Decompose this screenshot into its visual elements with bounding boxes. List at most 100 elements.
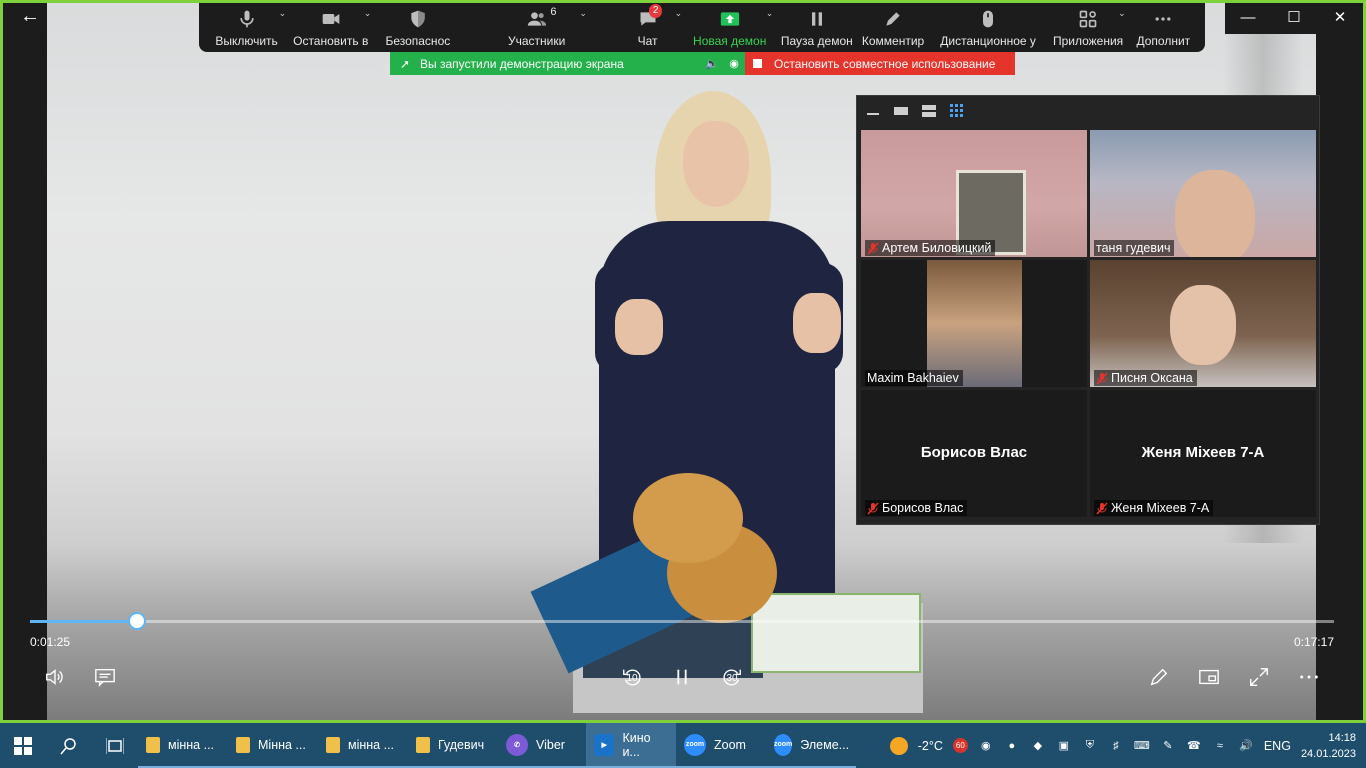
- app-tray-icon[interactable]: ▣: [1056, 738, 1072, 754]
- stop-video-button[interactable]: ⌄ Остановить в: [288, 0, 373, 52]
- notification-badge[interactable]: 60: [952, 738, 968, 753]
- taskbar-item[interactable]: ✆ Viber: [498, 723, 586, 768]
- taskbar-item[interactable]: Гудевич: [408, 723, 498, 768]
- pen-tray-icon[interactable]: ✎: [1160, 738, 1176, 754]
- participant-tile[interactable]: Борисов Влас Борисов Влас: [861, 390, 1087, 517]
- presenter-hand-right: [793, 293, 841, 353]
- clock-date: 24.01.2023: [1300, 747, 1356, 760]
- minimize-video-icon[interactable]: [865, 104, 881, 118]
- skip-forward-seconds: 30: [726, 673, 738, 684]
- participants-button[interactable]: 6 ⌄ Участники: [462, 0, 611, 52]
- seek-bar[interactable]: [30, 612, 1334, 630]
- taskbar-item[interactable]: zoom Элеме...: [766, 723, 856, 768]
- pause-share-button[interactable]: Пауза демон: [775, 0, 858, 52]
- participant-name-tag: Maxim Bakhaiev: [865, 370, 963, 386]
- speaker-view-icon[interactable]: [893, 104, 909, 118]
- pin-icon[interactable]: ➚: [390, 57, 420, 71]
- viber-tray-icon[interactable]: ☎: [1186, 738, 1202, 754]
- stop-share-button[interactable]: Остановить совместное использование: [745, 52, 1015, 75]
- participant-video: [1090, 260, 1316, 387]
- windows-taskbar: мінна ... Мінна ... мінна ... Гудевич ✆ …: [0, 723, 1366, 768]
- mini-view-button[interactable]: [1194, 663, 1224, 691]
- apps-button[interactable]: ⌄ Приложения: [1048, 0, 1127, 52]
- captions-icon: [95, 668, 115, 687]
- wifi-icon[interactable]: ≈: [1212, 738, 1228, 754]
- taskbar-item[interactable]: Мінна ...: [228, 723, 318, 768]
- participant-name: таня гудевич: [1096, 241, 1171, 255]
- participant-tile[interactable]: Писня Оксана: [1090, 260, 1316, 387]
- bluetooth-icon[interactable]: ♯: [1108, 738, 1124, 754]
- current-time: 0:01:25: [30, 635, 71, 649]
- share-screen-icon: [718, 8, 742, 30]
- chevron-down-icon[interactable]: ⌄: [675, 8, 683, 19]
- clock-time: 14:18: [1328, 731, 1356, 744]
- participant-tile[interactable]: Maxim Bakhaiev: [861, 260, 1087, 387]
- volume-tray-icon[interactable]: 🔊: [1238, 738, 1254, 754]
- weather-icon[interactable]: [889, 736, 908, 755]
- language-indicator[interactable]: ENG: [1264, 739, 1291, 753]
- total-time: 0:17:17: [1293, 635, 1334, 649]
- maximize-icon[interactable]: ☐: [1271, 0, 1317, 34]
- sharing-message: Вы запустили демонстрацию экрана: [420, 56, 624, 71]
- chevron-down-icon[interactable]: ⌄: [1118, 8, 1126, 19]
- keyboard-icon[interactable]: ⌨: [1134, 738, 1150, 754]
- taskbar-item[interactable]: мінна ...: [138, 723, 228, 768]
- participant-center-name: Женя Міхеев 7-А: [1141, 444, 1265, 461]
- volume-icon[interactable]: 🔈: [701, 57, 723, 70]
- mute-button[interactable]: ⌄ Выключить: [205, 0, 288, 52]
- gallery-view-panel: Артем Биловицкий таня гудевич Maxim Bakh…: [856, 95, 1320, 525]
- taskbar-item-active[interactable]: ▶ Кино и...: [586, 723, 676, 768]
- task-view-button[interactable]: [92, 723, 138, 768]
- defender-icon[interactable]: ⛨: [1082, 738, 1098, 754]
- taskbar-item[interactable]: zoom Zoom: [676, 723, 766, 768]
- task-view-icon: [106, 737, 124, 754]
- taskbar-item-label: мінна ...: [168, 737, 215, 752]
- participant-name-tag: Борисов Влас: [865, 500, 968, 516]
- strip-view-icon[interactable]: [921, 104, 937, 118]
- muted-mic-icon: [1096, 371, 1108, 385]
- skip-forward-button[interactable]: 30: [717, 663, 747, 691]
- skip-back-button[interactable]: 10: [617, 663, 647, 691]
- security-button[interactable]: Безопаснос: [373, 0, 462, 52]
- letterbox-right: [1316, 3, 1363, 720]
- chevron-down-icon[interactable]: ⌄: [364, 8, 372, 19]
- volume-button[interactable]: [40, 663, 70, 691]
- seek-bar-thumb[interactable]: [127, 612, 146, 630]
- weather-temperature[interactable]: -2°C: [918, 739, 943, 753]
- subtitles-button[interactable]: [90, 663, 120, 691]
- taskbar-item-label: Zoom: [714, 737, 746, 752]
- windows-logo-icon: [14, 736, 32, 755]
- minimize-icon[interactable]: —: [1225, 0, 1271, 34]
- zoom-tray-icon[interactable]: ◆: [1030, 738, 1046, 754]
- draw-button[interactable]: [1144, 663, 1174, 691]
- clock[interactable]: 14:18 24.01.2023: [1301, 730, 1356, 762]
- participant-tile[interactable]: Женя Міхеев 7-А Женя Міхеев 7-А: [1090, 390, 1316, 517]
- annotate-button[interactable]: Комментир: [858, 0, 927, 52]
- shield-icon: [406, 8, 430, 30]
- new-share-button[interactable]: ⌄ Новая демон: [684, 0, 775, 52]
- fullscreen-button[interactable]: [1244, 663, 1274, 691]
- taskbar-item-label: Гудевич: [438, 737, 485, 752]
- more-button[interactable]: Дополнит: [1128, 0, 1199, 52]
- chevron-down-icon[interactable]: ⌄: [766, 8, 774, 19]
- muted-mic-icon: [867, 501, 879, 515]
- back-arrow-icon[interactable]: ←: [14, 4, 46, 28]
- microphone-tray-icon[interactable]: ●: [1004, 738, 1020, 754]
- chevron-down-icon[interactable]: ⌄: [579, 8, 587, 19]
- pause-button[interactable]: [667, 663, 697, 691]
- chevron-down-icon[interactable]: ⌄: [279, 8, 287, 19]
- muted-mic-icon: [1096, 501, 1108, 515]
- remote-control-button[interactable]: Дистанционное у: [928, 0, 1049, 52]
- participant-tile[interactable]: Артем Биловицкий: [861, 130, 1087, 257]
- search-button[interactable]: [46, 723, 92, 768]
- start-button[interactable]: [0, 723, 46, 768]
- taskbar-item[interactable]: мінна ...: [318, 723, 408, 768]
- more-options-button[interactable]: [1294, 663, 1324, 691]
- chat-button[interactable]: 2 ⌄ Чат: [611, 0, 684, 52]
- close-icon[interactable]: ✕: [1317, 0, 1363, 34]
- gallery-grid-icon[interactable]: [949, 104, 965, 118]
- participant-tile[interactable]: таня гудевич: [1090, 130, 1316, 257]
- system-tray: -2°C 60 ◉ ● ◆ ▣ ⛨ ♯ ⌨ ✎ ☎ ≈ 🔊 ENG 14:18 …: [889, 723, 1366, 768]
- ds-icon[interactable]: ◉: [978, 738, 994, 754]
- apps-label: Приложения: [1052, 34, 1124, 48]
